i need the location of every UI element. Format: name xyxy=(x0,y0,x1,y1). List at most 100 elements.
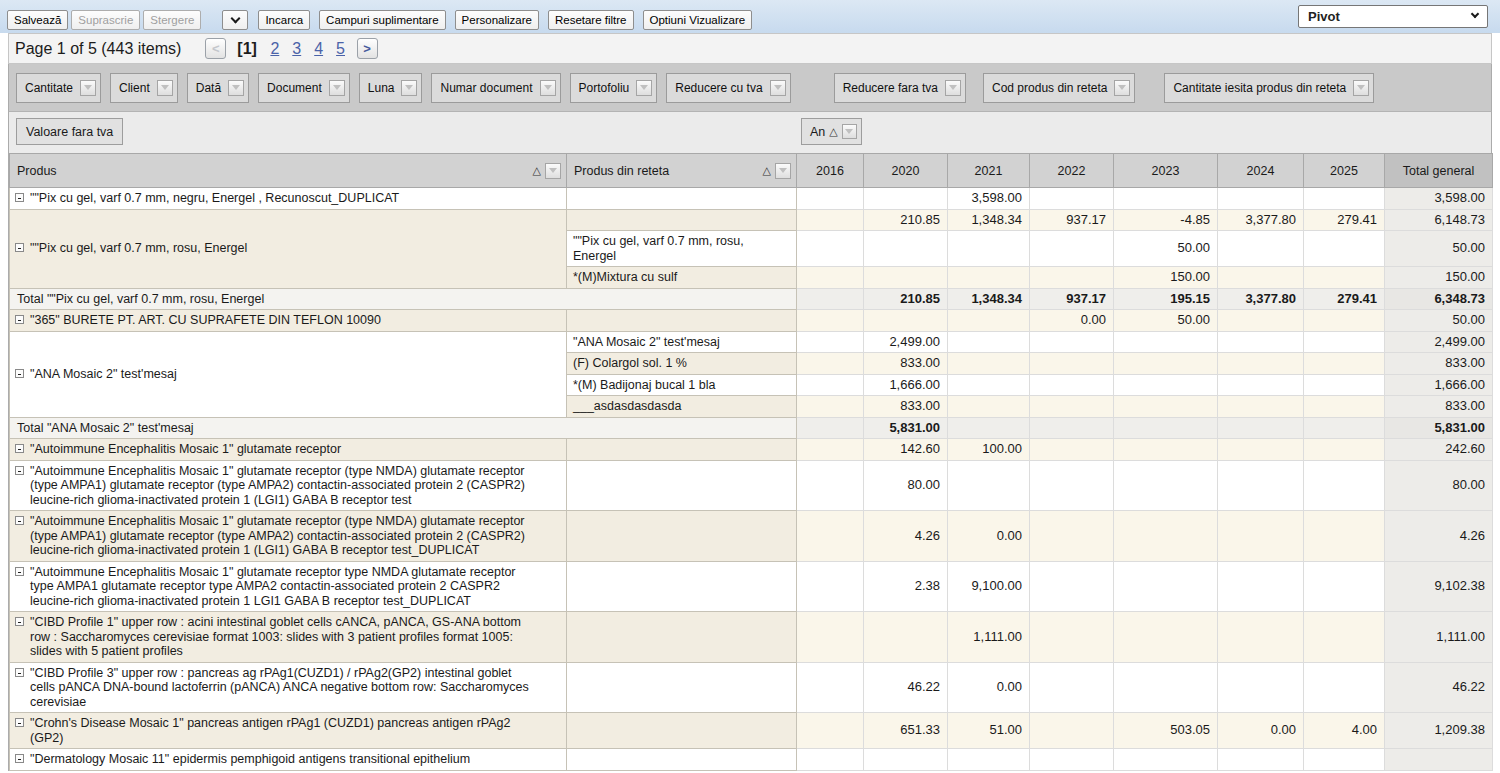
value-cell: 1,111.00 xyxy=(948,612,1030,663)
pager-page-link[interactable]: 5 xyxy=(336,40,345,58)
pager-page-link[interactable]: 2 xyxy=(270,40,279,58)
value-cell xyxy=(1218,353,1304,375)
value-cell xyxy=(1304,561,1385,612)
filter-field-cantitate[interactable]: Cantitate xyxy=(16,73,101,103)
filter-dropdown-button[interactable] xyxy=(1353,80,1369,96)
filter-dropdown-button[interactable] xyxy=(775,163,791,179)
filter-dropdown-button[interactable] xyxy=(80,80,96,96)
filter-dropdown-button[interactable] xyxy=(228,80,244,96)
value-cell xyxy=(797,331,864,353)
filter-field-reducere-cu-tva[interactable]: Reducere cu tva xyxy=(666,73,790,103)
column-header-2022[interactable]: 2022 xyxy=(1030,154,1114,188)
filter-field-dat[interactable]: Dată xyxy=(187,73,249,103)
grand-total-cell: 6,148.73 xyxy=(1385,209,1493,231)
toolbar-button-suprascrie[interactable]: Suprascrie xyxy=(71,10,140,30)
column-header-2016[interactable]: 2016 xyxy=(797,154,864,188)
produs-label: "Autoimmune Encephalitis Mosaic 1" gluta… xyxy=(30,565,536,609)
value-cell xyxy=(1030,612,1114,663)
row-field-header-produs-din-reteta[interactable]: Produs din reteta△ xyxy=(567,154,797,188)
collapse-icon[interactable] xyxy=(15,193,24,202)
toolbar-button-resetare-filtre[interactable]: Resetare filtre xyxy=(548,10,634,30)
filter-field-cod-produs-din-reteta[interactable]: Cod produs din reteta xyxy=(983,73,1135,103)
value-cell: 9,100.00 xyxy=(948,561,1030,612)
column-header-2023[interactable]: 2023 xyxy=(1114,154,1218,188)
filter-dropdown-button[interactable] xyxy=(1114,80,1130,96)
pager-next-button[interactable]: > xyxy=(357,38,378,59)
view-mode-select[interactable]: Pivot xyxy=(1298,5,1488,28)
filter-dropdown-icon xyxy=(845,129,853,134)
filter-dropdown-button[interactable] xyxy=(636,80,652,96)
pivot-total-row: Total ""Pix cu gel, varf 0.7 mm, rosu, E… xyxy=(10,288,1493,310)
pager-page-link[interactable]: 3 xyxy=(292,40,301,58)
filter-dropdown-button[interactable] xyxy=(945,80,961,96)
column-field-button[interactable]: An △ xyxy=(801,118,862,145)
toolbar-button-salveaz[interactable]: Salvează xyxy=(7,10,68,30)
value-cell xyxy=(1030,460,1114,511)
filter-field-numar-document[interactable]: Numar document xyxy=(431,73,560,103)
toolbar-button-incarca[interactable]: Incarca xyxy=(258,10,310,30)
value-cell xyxy=(1030,417,1114,439)
filter-dropdown-button[interactable] xyxy=(401,80,417,96)
value-cell xyxy=(797,749,864,771)
filter-field-luna[interactable]: Luna xyxy=(359,73,423,103)
column-header-2021[interactable]: 2021 xyxy=(948,154,1030,188)
value-cell xyxy=(1114,460,1218,511)
filter-field-document[interactable]: Document xyxy=(258,73,350,103)
grand-total-cell: 4.26 xyxy=(1385,511,1493,562)
value-cell xyxy=(1218,231,1304,267)
grand-total-cell: 5,831.00 xyxy=(1385,417,1493,439)
filter-field-cantitate-iesita-produs-din-reteta[interactable]: Cantitate iesita produs din reteta xyxy=(1164,73,1374,103)
value-cell xyxy=(948,417,1030,439)
pager-page-link[interactable]: 4 xyxy=(314,40,323,58)
toolbar-button-optiuni-vizualizare[interactable]: Optiuni Vizualizare xyxy=(643,10,753,30)
pivot-row: ""Pix cu gel, varf 0.7 mm, rosu, Energel… xyxy=(10,209,1493,231)
filter-dropdown-button[interactable] xyxy=(770,80,786,96)
collapse-icon[interactable] xyxy=(15,315,24,324)
produs-label: "ANA Mosaic 2" test'mesaj xyxy=(30,367,177,382)
collapse-icon[interactable] xyxy=(15,754,24,763)
collapse-icon[interactable] xyxy=(15,466,24,475)
value-cell xyxy=(1114,396,1218,418)
value-cell xyxy=(1114,511,1218,562)
collapse-icon[interactable] xyxy=(15,718,24,727)
save-options-dropdown-button[interactable] xyxy=(222,10,248,30)
row-header-reteta xyxy=(567,749,797,771)
value-cell xyxy=(948,374,1030,396)
filter-dropdown-button[interactable] xyxy=(545,163,561,179)
collapse-icon[interactable] xyxy=(15,567,24,576)
column-header-2020[interactable]: 2020 xyxy=(864,154,948,188)
filter-dropdown-button[interactable] xyxy=(540,80,556,96)
collapse-icon[interactable] xyxy=(15,516,24,525)
data-field-label: Valoare fara tva xyxy=(26,125,113,139)
row-header-produs: "Autoimmune Encephalitis Mosaic 1" gluta… xyxy=(10,439,567,461)
pager-prev-button[interactable]: < xyxy=(205,38,226,59)
collapse-icon[interactable] xyxy=(15,369,24,378)
row-header-reteta: (F) Colargol sol. 1 % xyxy=(567,353,797,375)
row-header-reteta xyxy=(567,439,797,461)
collapse-icon[interactable] xyxy=(15,668,24,677)
filter-dropdown-button[interactable] xyxy=(329,80,345,96)
filter-field-reducere-fara-tva[interactable]: Reducere fara tva xyxy=(834,73,966,103)
collapse-icon[interactable] xyxy=(15,617,24,626)
filter-dropdown-button[interactable] xyxy=(842,124,857,139)
toolbar-button-campuri-suplimentare[interactable]: Campuri suplimentare xyxy=(319,10,446,30)
data-field-button[interactable]: Valoare fara tva xyxy=(16,118,123,145)
column-header-grand-total[interactable]: Total general xyxy=(1385,154,1493,188)
row-header-produs: "Dermatology Mosaic 11" epidermis pemphi… xyxy=(10,749,567,771)
filter-field-portofoliu[interactable]: Portofoliu xyxy=(570,73,658,103)
filter-dropdown-button[interactable] xyxy=(157,80,173,96)
value-cell xyxy=(1304,460,1385,511)
value-cell: 2,499.00 xyxy=(864,331,948,353)
value-cell xyxy=(797,267,864,289)
filter-field-client[interactable]: Client xyxy=(110,73,178,103)
column-header-2024[interactable]: 2024 xyxy=(1218,154,1304,188)
toolbar-button-personalizare[interactable]: Personalizare xyxy=(455,10,539,30)
row-field-header-produs[interactable]: Produs△ xyxy=(10,154,567,188)
pivot-header-row: Produs△Produs din reteta△201620202021202… xyxy=(10,154,1493,188)
filter-dropdown-icon xyxy=(405,85,413,90)
column-header-2025[interactable]: 2025 xyxy=(1304,154,1385,188)
toolbar-button-stergere[interactable]: Stergere xyxy=(143,10,201,30)
collapse-icon[interactable] xyxy=(15,243,24,252)
collapse-icon[interactable] xyxy=(15,444,24,453)
value-cell xyxy=(1218,460,1304,511)
